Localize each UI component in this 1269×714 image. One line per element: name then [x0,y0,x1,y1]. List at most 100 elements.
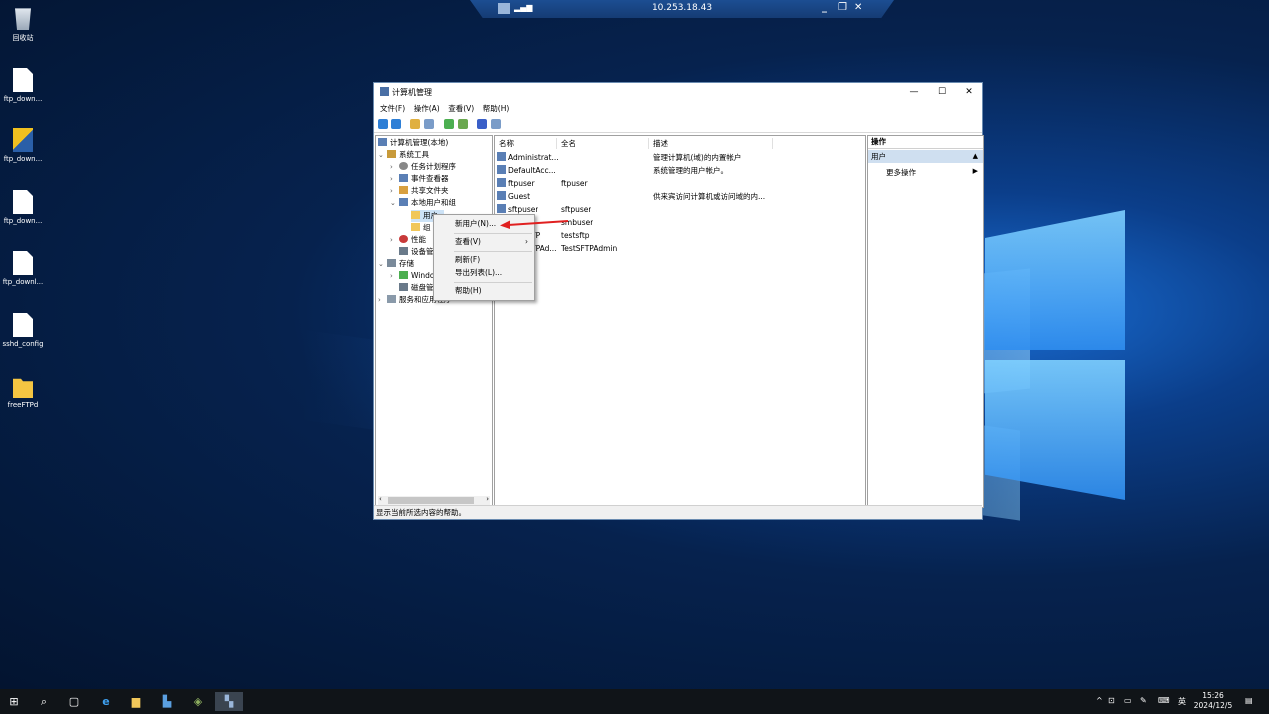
server-manager-icon[interactable]: ▙ [157,692,177,711]
tree-item-groups[interactable]: 组 [411,222,431,234]
column-header-description[interactable]: 描述 [649,138,773,149]
action-pane-icon[interactable] [491,119,501,129]
tree-item-local-users-groups[interactable]: ⌄ 本地用户和组 [390,197,456,209]
user-fullname: TestSFTPAdmin [561,244,618,253]
chevron-right-icon[interactable]: › [390,234,399,246]
notification-icon[interactable]: ▤ [1245,696,1253,705]
file-icon [13,190,33,214]
clock[interactable]: 15:26 2024/12/5 [1191,691,1235,711]
forward-icon[interactable] [391,119,401,129]
user-icon [497,204,506,213]
chevron-right-icon[interactable]: › [390,161,399,173]
network-icon[interactable]: ⊡ [1108,696,1115,705]
tree-item-disk-management[interactable]: 磁盘管 [399,282,434,294]
tree-item-windows-server-backup[interactable]: › Windo [390,270,434,282]
chevron-down-icon[interactable]: ⌄ [378,149,387,161]
tree-label: 计算机管理(本地) [390,138,449,147]
file-explorer-icon[interactable]: ▆ [126,692,146,711]
user-description: 供来宾访问计算机或访问域的内... [653,192,766,201]
chevron-down-icon[interactable]: ⌄ [378,258,387,270]
menu-view[interactable]: 查看(V) [448,102,474,116]
restore-icon[interactable]: ❐ [838,2,847,13]
ime-indicator[interactable]: 英 [1178,696,1186,707]
list-row[interactable]: DefaultAcc... 系统管理的用户帐户。 [495,164,865,177]
back-icon[interactable] [378,119,388,129]
installer-icon [13,128,33,152]
submenu-arrow-icon: › [525,237,528,246]
column-header-fullname[interactable]: 全名 [557,138,649,149]
close-icon[interactable]: ✕ [854,2,862,13]
menu-help[interactable]: 帮助(H) [483,102,510,116]
desktop-icon-shortcut[interactable]: freeFTPd [2,374,44,409]
chevron-right-icon[interactable]: › [378,294,387,306]
export-list-icon[interactable] [458,119,468,129]
menu-item-help[interactable]: 帮助(H) [434,285,534,297]
user-icon [497,191,506,200]
pen-icon[interactable]: ✎ [1140,696,1147,705]
edge-icon[interactable]: e [96,692,116,711]
maximize-button[interactable]: ☐ [929,85,955,99]
minimize-button[interactable]: — [901,85,927,99]
start-icon[interactable]: ⊞ [4,692,24,711]
tree-label: 事件查看器 [411,174,449,183]
tree-item-root[interactable]: 计算机管理(本地) [378,137,448,149]
tree-item-device-manager[interactable]: 设备管 [399,246,434,258]
scrollbar-thumb[interactable] [388,497,474,504]
list-row[interactable]: sftpuser sftpuser [495,203,865,216]
minimize-icon[interactable]: _ [822,2,827,13]
tree-item-performance[interactable]: › 性能 [390,234,426,246]
close-button[interactable]: ✕ [956,85,982,99]
menu-item-refresh[interactable]: 刷新(F) [434,254,534,266]
chevron-down-icon[interactable]: ⌄ [390,197,399,209]
scroll-right-icon[interactable]: › [486,495,489,503]
actions-section-users[interactable]: 用户 ▲ [868,150,983,163]
chevron-right-icon[interactable]: › [390,173,399,185]
tree-label: 性能 [411,235,426,244]
menu-item-view[interactable]: 查看(V) › [434,236,534,248]
tree-item-storage[interactable]: ⌄ 存储 [378,258,414,270]
tree-item-shared-folders[interactable]: › 共享文件夹 [390,185,449,197]
scroll-left-icon[interactable]: ‹ [379,495,382,503]
submenu-arrow-icon: ▶ [972,167,978,175]
user-description: 管理计算机(域)的内置帐户 [653,153,742,162]
help-icon[interactable] [477,119,487,129]
collapse-icon[interactable]: ▲ [973,150,978,163]
keyboard-icon[interactable]: ⌨ [1158,696,1170,705]
desktop-icon-label: ftp_down... [3,95,43,103]
task-view-icon[interactable]: ▢ [64,692,84,711]
list-row[interactable]: Guest 供来宾访问计算机或访问域的内... [495,190,865,203]
list-row[interactable]: Administrat... 管理计算机(域)的内置帐户 [495,151,865,164]
search-icon[interactable]: ⌕ [34,692,54,711]
desktop-icon-recycle-bin[interactable]: 回收站 [2,6,44,43]
tree-item-task-scheduler[interactable]: › 任务计划程序 [390,161,456,173]
desktop-icon-file[interactable]: sshd_config [2,313,44,348]
up-folder-icon[interactable] [410,119,420,129]
menu-action[interactable]: 操作(A) [414,102,440,116]
monitor-icon[interactable]: ▭ [1124,696,1132,705]
list-row[interactable]: TP testsftp [495,229,865,242]
menu-item-export-list[interactable]: 导出列表(L)... [434,267,534,279]
actions-pane: 操作 用户 ▲ 更多操作 ▶ [867,135,984,508]
list-row[interactable]: TPAd... TestSFTPAdmin [495,242,865,255]
taskbar: ⊞ ⌕ ▢ e ▆ ▙ ◈ ▚ ^ ⊡ ▭ ✎ ⌨ 英 15:26 2024/1… [0,689,1269,714]
shared-folder-icon [399,186,408,194]
desktop-icon-file[interactable]: ftp_downl... [2,251,44,286]
show-hide-tree-icon[interactable] [424,119,434,129]
refresh-icon[interactable] [444,119,454,129]
desktop-icon-file[interactable]: ftp_down... [2,68,44,103]
column-header-name[interactable]: 名称 [495,138,557,149]
chevron-up-icon[interactable]: ^ [1096,696,1103,705]
chevron-right-icon[interactable]: › [390,270,399,282]
list-row[interactable]: ftpuser ftpuser [495,177,865,190]
chevron-right-icon[interactable]: › [390,185,399,197]
tree-item-event-viewer[interactable]: › 事件查看器 [390,173,449,185]
tree-item-system-tools[interactable]: ⌄ 系统工具 [378,149,429,161]
tree-horizontal-scrollbar[interactable]: ‹ › [378,495,490,505]
desktop-icon-file[interactable]: ftp_down... [2,190,44,225]
menu-file[interactable]: 文件(F) [380,102,405,116]
desktop-icon-installer[interactable]: ftp_down... [2,128,44,163]
more-actions[interactable]: 更多操作 [886,167,916,178]
app-icon[interactable]: ◈ [188,692,208,711]
tree-label: 存储 [399,259,414,268]
computer-management-taskbar-icon[interactable]: ▚ [215,692,243,711]
